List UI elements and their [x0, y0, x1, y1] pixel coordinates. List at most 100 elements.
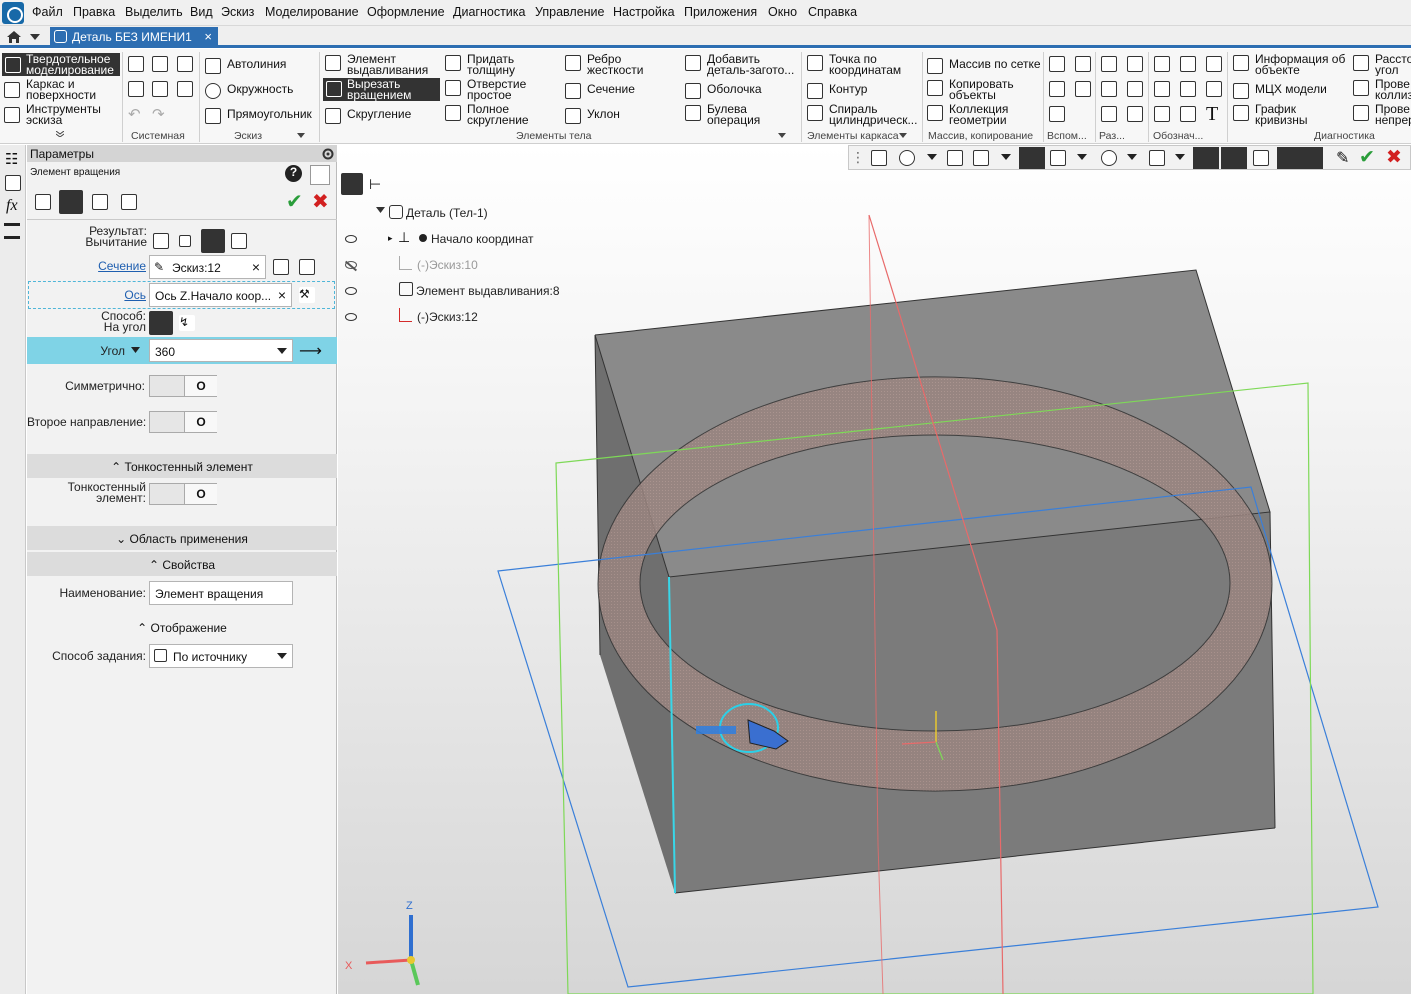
open-folder-icon[interactable]: [152, 56, 168, 72]
home-icon[interactable]: [5, 29, 23, 45]
result-union-icon[interactable]: [231, 233, 247, 249]
aux-plane-icon[interactable]: [1049, 56, 1065, 72]
dimension-icon[interactable]: [1154, 81, 1170, 97]
pick-axis-icon[interactable]: ⚒: [299, 287, 315, 303]
pan-icon[interactable]: [947, 150, 963, 166]
menu-settings[interactable]: Настройка: [613, 5, 675, 19]
result-subtract-icon[interactable]: [201, 229, 225, 253]
zoom-icon[interactable]: [899, 150, 915, 166]
menu-select[interactable]: Выделить: [125, 5, 183, 19]
expand-chevron-icon[interactable]: [56, 131, 64, 137]
aux-axis-icon[interactable]: [1075, 56, 1091, 72]
menu-edit[interactable]: Правка: [73, 5, 115, 19]
radius-dim-icon[interactable]: [1206, 81, 1222, 97]
tool-check-continuity[interactable]: Прове непрер: [1353, 104, 1411, 126]
save-icon[interactable]: [177, 56, 193, 72]
shaded-view-icon[interactable]: [1019, 147, 1045, 169]
angle-dim-icon[interactable]: [1180, 81, 1196, 97]
axis-select-icon[interactable]: [299, 259, 315, 275]
mode-solid-modeling[interactable]: Твердотельное моделирование: [2, 53, 120, 76]
group-dropdown-icon[interactable]: [899, 133, 907, 138]
constraints-icon[interactable]: [1221, 147, 1247, 169]
divide-icon[interactable]: [1101, 106, 1117, 122]
chevron-down-icon[interactable]: [277, 348, 287, 354]
copy-icon[interactable]: [128, 81, 144, 97]
axis-field[interactable]: Ось Z.Начало коор... ×: [149, 283, 292, 307]
redo-icon[interactable]: ↷: [152, 105, 165, 123]
new-file-icon[interactable]: [128, 56, 144, 72]
result-add-icon[interactable]: [153, 233, 169, 249]
apply-check-icon[interactable]: ✔: [1359, 146, 1375, 169]
tool-add-blank[interactable]: Добавить деталь-загото...: [685, 53, 801, 76]
tool-point-coords[interactable]: Точка по координатам: [807, 53, 921, 76]
second-direction-toggle[interactable]: О: [149, 411, 217, 433]
3d-viewport[interactable]: ⊢ Деталь (Тел-1) ▸ ⊥ Начало координат (-…: [338, 145, 1411, 994]
menu-help[interactable]: Справка: [808, 5, 857, 19]
eyedropper-icon[interactable]: ✎: [1336, 148, 1349, 168]
menu-window[interactable]: Окно: [768, 5, 797, 19]
tool-check-collisions[interactable]: Прове коллиз: [1353, 79, 1411, 101]
method-to-object-icon[interactable]: ↯: [179, 315, 195, 331]
layers-icon[interactable]: [4, 223, 20, 239]
dropdown-arrow-icon[interactable]: [1127, 154, 1137, 160]
tree-icon[interactable]: ☷: [5, 150, 21, 168]
dropdown-arrow-icon[interactable]: [1175, 154, 1185, 160]
tool-boolean[interactable]: Булева операция: [685, 103, 795, 126]
mode-wireframe-surfaces[interactable]: Каркас и поверхности: [4, 78, 122, 101]
separate-icon[interactable]: [1127, 106, 1143, 122]
section-link[interactable]: Сечение: [67, 259, 146, 273]
save-as-icon[interactable]: [177, 81, 193, 97]
close-tab-icon[interactable]: ×: [204, 29, 212, 44]
snap-icon[interactable]: [1193, 147, 1219, 169]
clear-x-icon[interactable]: ×: [252, 259, 260, 275]
clear-x-icon[interactable]: ×: [278, 287, 286, 303]
method-angle-icon[interactable]: [149, 311, 173, 335]
scope-section-header[interactable]: ⌄ Область применения: [27, 526, 337, 550]
tree-view-icon[interactable]: [310, 165, 330, 185]
group-dropdown-icon[interactable]: [778, 133, 786, 138]
orientation-icon[interactable]: [871, 150, 887, 166]
thread-icon[interactable]: [1154, 56, 1170, 72]
param-tab-params-icon[interactable]: [35, 194, 51, 210]
mates-icon[interactable]: [1253, 150, 1269, 166]
filter-icon[interactable]: [1277, 147, 1323, 169]
cancel-x-icon[interactable]: ✖: [312, 189, 329, 214]
roughness-icon[interactable]: [1206, 56, 1222, 72]
aux-point-icon[interactable]: [1049, 81, 1065, 97]
tool-cut-revolve[interactable]: Вырезать вращением: [323, 78, 440, 101]
section-field[interactable]: ✎ Эскиз:12 ×: [149, 255, 266, 279]
thin-wall-section-header[interactable]: ⌃ Тонкостенный элемент: [27, 454, 337, 478]
section-view-icon[interactable]: [1149, 150, 1165, 166]
tool-geometry-collection[interactable]: Коллекция геометрии: [927, 103, 1037, 126]
tool-hole[interactable]: Отверстие простое: [445, 78, 555, 101]
menu-file[interactable]: Файл: [32, 5, 63, 19]
spec-method-select[interactable]: По источнику: [149, 644, 293, 668]
dropdown-arrow-icon[interactable]: [30, 34, 40, 40]
menu-sketch[interactable]: Эскиз: [221, 5, 254, 19]
cancel-x-icon[interactable]: ✖: [1386, 146, 1402, 169]
tool-helix[interactable]: Спираль цилиндрическ...: [807, 103, 921, 126]
menu-formatting[interactable]: Оформление: [367, 5, 445, 19]
menu-view[interactable]: Вид: [190, 5, 213, 19]
tool-curvature-graph[interactable]: График кривизны: [1233, 103, 1351, 126]
tool-distance-angle[interactable]: Рассто угол: [1353, 54, 1411, 76]
mode-sketch-tools[interactable]: Инструменты эскиза: [4, 103, 122, 126]
aux-curve-icon[interactable]: [1049, 106, 1065, 122]
dropdown-arrow-icon[interactable]: [1077, 154, 1087, 160]
split-icon[interactable]: [1101, 56, 1117, 72]
menu-modeling[interactable]: Моделирование: [265, 5, 359, 19]
tool-object-info[interactable]: Информация об объекте: [1233, 53, 1351, 76]
angle-mode-dropdown-icon[interactable]: [131, 347, 140, 353]
axis-mark-icon[interactable]: [1180, 56, 1196, 72]
direction-arrow-icon[interactable]: ⟶: [299, 341, 322, 361]
undo-icon[interactable]: ↶: [128, 105, 141, 123]
group-dropdown-icon[interactable]: [297, 133, 305, 138]
menu-management[interactable]: Управление: [535, 5, 605, 19]
symmetric-toggle[interactable]: О: [149, 375, 217, 397]
chevron-down-icon[interactable]: [277, 653, 287, 659]
name-input[interactable]: Элемент вращения: [149, 581, 293, 605]
preview-icon[interactable]: [152, 81, 168, 97]
menu-applications[interactable]: Приложения: [684, 5, 757, 19]
tool-extrude[interactable]: Элемент выдавливания: [325, 53, 438, 76]
document-tab[interactable]: Деталь БЕЗ ИМЕНИ1 ×: [50, 27, 218, 48]
